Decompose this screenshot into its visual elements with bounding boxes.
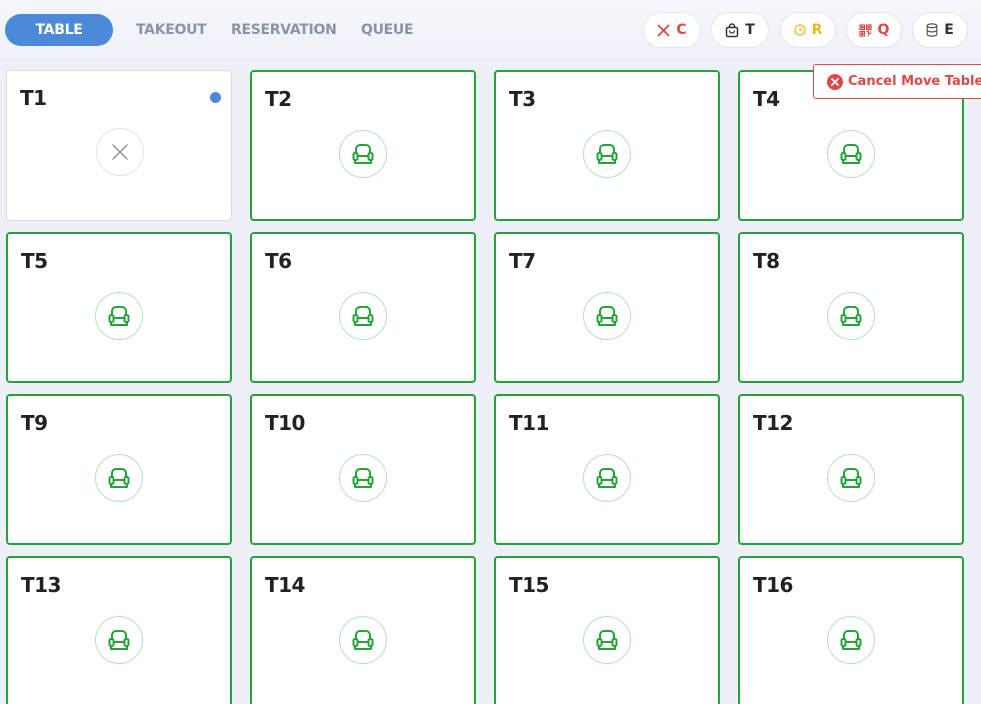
armchair-icon	[827, 616, 875, 664]
filter-cancelled-button[interactable]: C	[643, 12, 701, 48]
filter-reservation-button[interactable]: R	[780, 12, 836, 48]
cancel-move-label: Cancel Move Table	[848, 74, 981, 89]
table-grid: T1 T2 T3 T4 T5 T6 T7 T8 T9 T10 T11 T12 T…	[6, 70, 964, 704]
armchair-icon	[95, 292, 143, 340]
armchair-icon	[827, 454, 875, 502]
table-card-t16[interactable]: T16	[738, 556, 964, 704]
armchair-icon	[95, 454, 143, 502]
table-card-t9[interactable]: T9	[6, 394, 232, 545]
table-card-t8[interactable]: T8	[738, 232, 964, 383]
table-label: T8	[753, 249, 780, 273]
filter-e-button[interactable]: E	[912, 12, 968, 48]
armchair-icon	[827, 130, 875, 178]
table-card-t12[interactable]: T12	[738, 394, 964, 545]
top-bar: TABLE TAKEOUT RESERVATION QUEUE C T R Q …	[0, 0, 981, 60]
table-label: T10	[265, 411, 305, 435]
tab-table[interactable]: TABLE	[5, 14, 113, 46]
armchair-icon	[583, 292, 631, 340]
table-card-t3[interactable]: T3	[494, 70, 720, 221]
table-label: T13	[21, 573, 61, 597]
filter-label: R	[811, 22, 823, 38]
database-icon	[926, 23, 938, 37]
tab-reservation[interactable]: RESERVATION	[231, 14, 337, 46]
table-card-t5[interactable]: T5	[6, 232, 232, 383]
qr-code-icon	[858, 23, 872, 37]
table-card-t11[interactable]: T11	[494, 394, 720, 545]
table-card-t15[interactable]: T15	[494, 556, 720, 704]
filter-label: E	[944, 22, 954, 38]
filter-queue-button[interactable]: Q	[846, 12, 902, 48]
bag-icon	[725, 22, 739, 38]
table-card-t13[interactable]: T13	[6, 556, 232, 704]
tab-takeout[interactable]: TAKEOUT	[136, 14, 207, 46]
table-label: T16	[753, 573, 793, 597]
filter-label: T	[745, 22, 755, 38]
armchair-icon	[583, 616, 631, 664]
armchair-icon	[339, 130, 387, 178]
cancel-move-table-button[interactable]: Cancel Move Table	[813, 64, 981, 99]
armchair-icon	[583, 454, 631, 502]
filter-label: C	[676, 22, 687, 38]
table-card-t6[interactable]: T6	[250, 232, 476, 383]
armchair-icon	[95, 616, 143, 664]
selected-indicator-dot	[210, 92, 221, 103]
table-label: T3	[509, 87, 536, 111]
table-card-t1[interactable]: T1	[6, 70, 232, 221]
close-icon	[657, 24, 670, 37]
table-card-t10[interactable]: T10	[250, 394, 476, 545]
armchair-icon	[827, 292, 875, 340]
close-icon	[96, 128, 144, 176]
armchair-icon	[583, 130, 631, 178]
clock-icon	[793, 24, 806, 36]
cancel-icon	[827, 73, 843, 90]
table-label: T6	[265, 249, 292, 273]
table-card-t2[interactable]: T2	[250, 70, 476, 221]
table-label: T4	[753, 87, 780, 111]
table-label: T7	[509, 249, 536, 273]
filter-takeout-button[interactable]: T	[711, 12, 769, 48]
table-label: T2	[265, 87, 292, 111]
tab-queue[interactable]: QUEUE	[361, 14, 414, 46]
table-label: T15	[509, 573, 549, 597]
table-label: T5	[21, 249, 48, 273]
filter-label: Q	[877, 22, 890, 38]
armchair-icon	[339, 454, 387, 502]
armchair-icon	[339, 616, 387, 664]
table-label: T1	[20, 86, 47, 110]
armchair-icon	[339, 292, 387, 340]
table-label: T9	[21, 411, 48, 435]
table-card-t14[interactable]: T14	[250, 556, 476, 704]
table-label: T14	[265, 573, 305, 597]
table-label: T12	[753, 411, 793, 435]
table-label: T11	[509, 411, 549, 435]
table-card-t7[interactable]: T7	[494, 232, 720, 383]
